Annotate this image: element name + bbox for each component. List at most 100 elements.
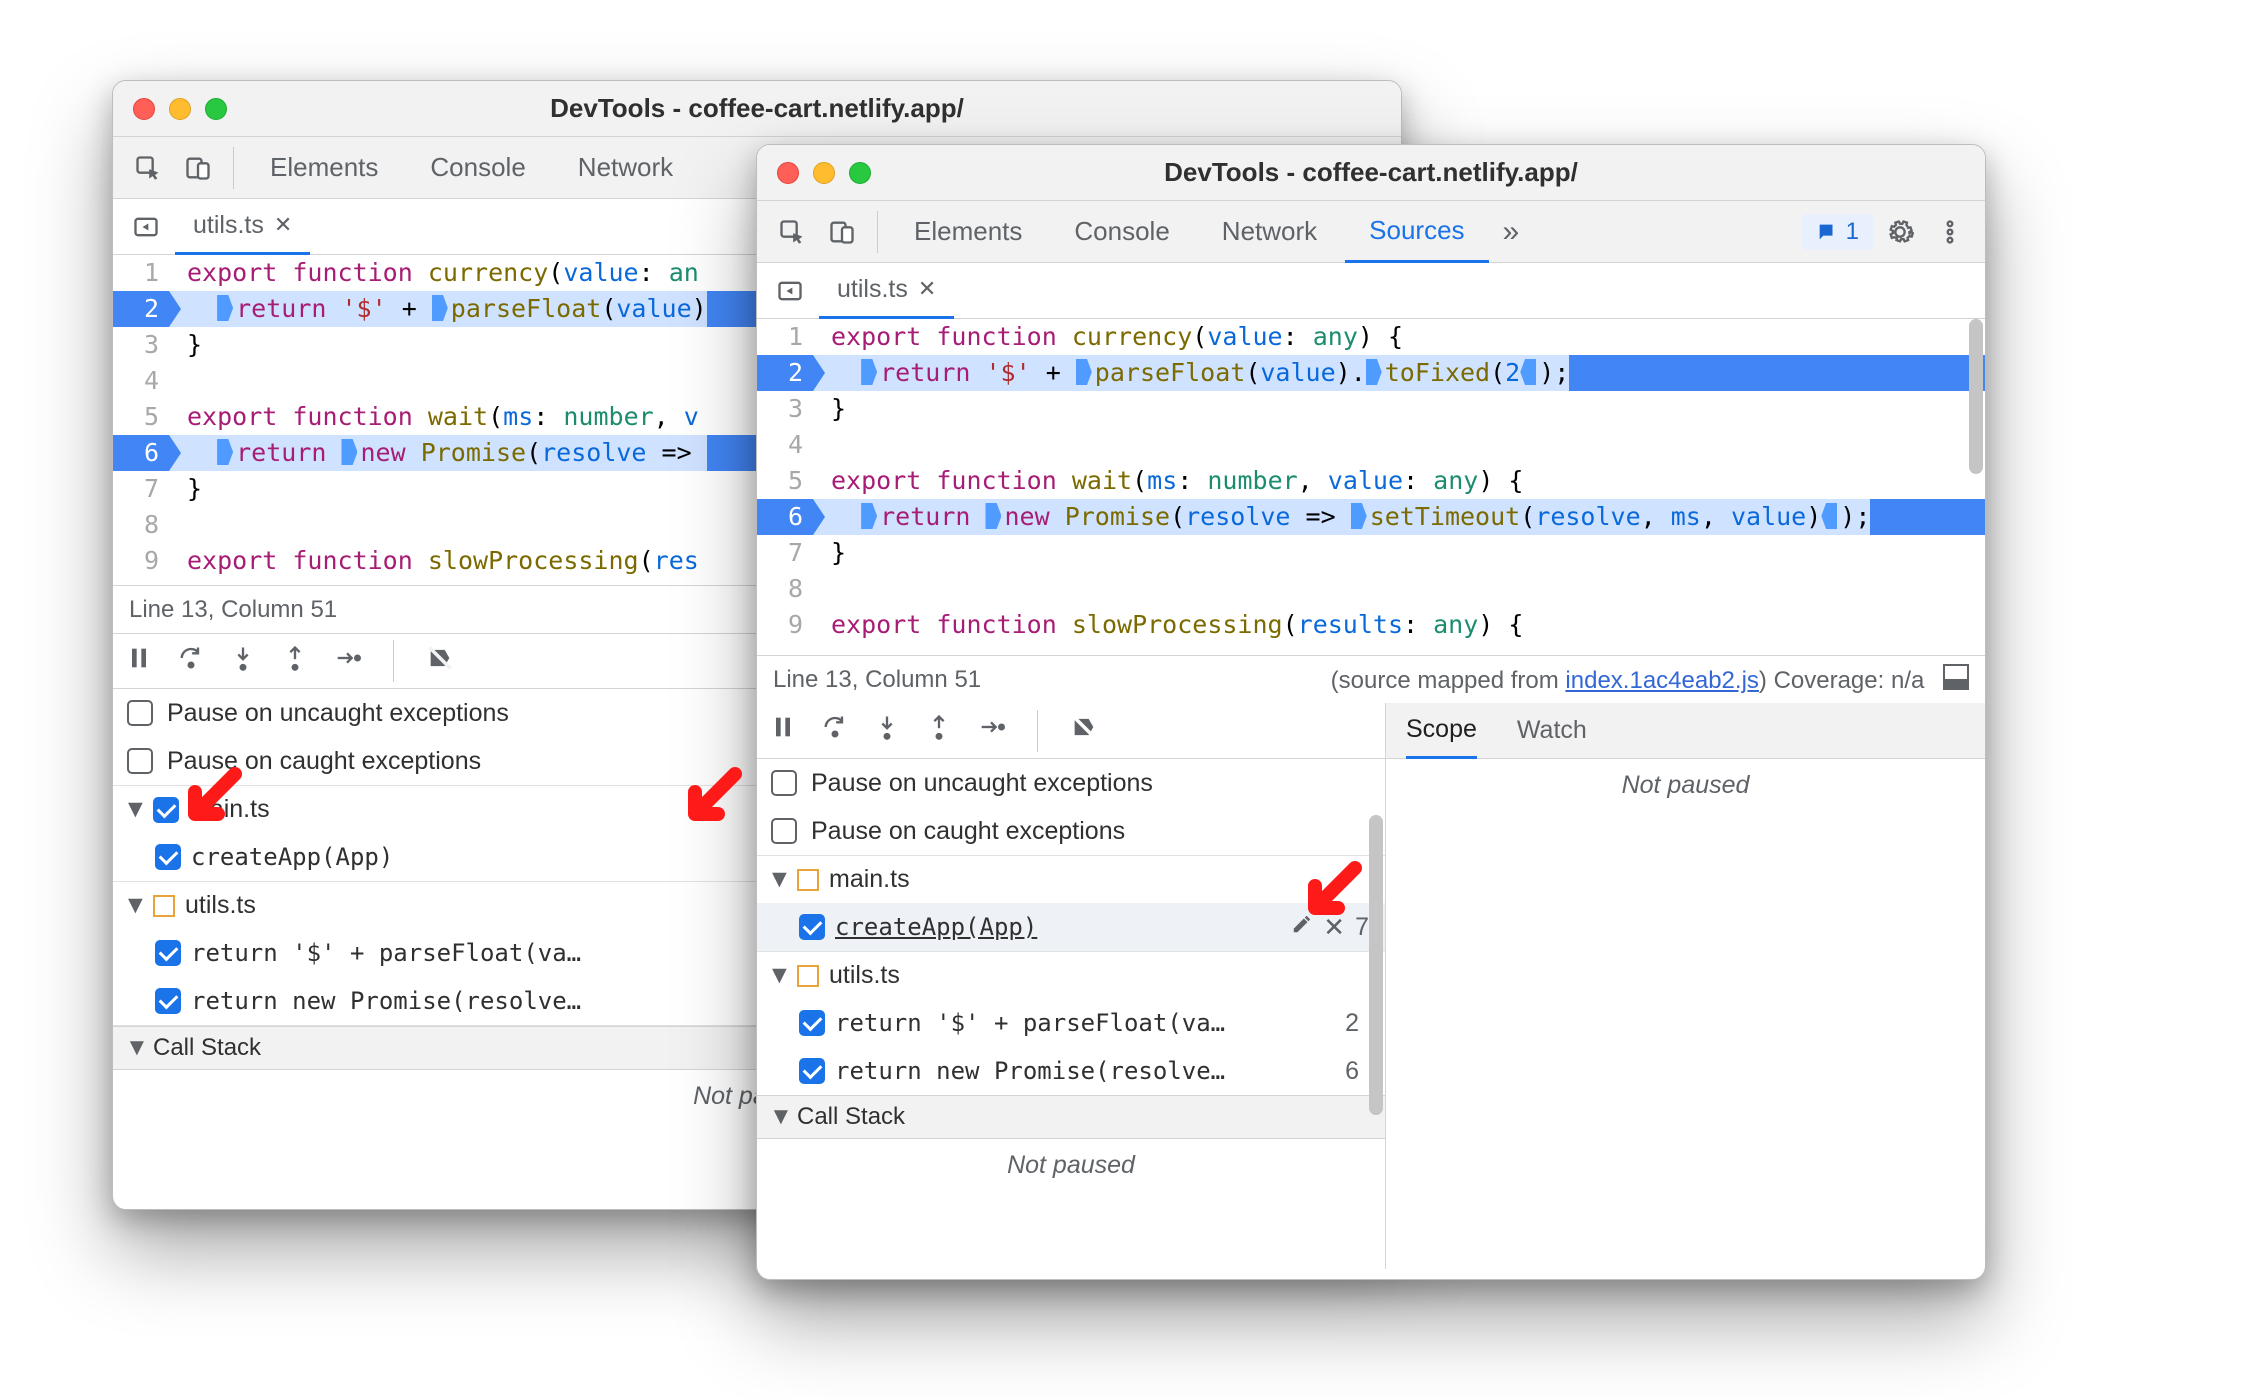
code-text[interactable] bbox=[813, 571, 846, 607]
tab-watch[interactable]: Watch bbox=[1517, 716, 1587, 745]
code-text[interactable]: export function currency(value: any) { bbox=[813, 319, 1403, 355]
step-into-icon[interactable] bbox=[229, 644, 257, 679]
breakpoint-file-utils[interactable]: ▼ utils.ts bbox=[757, 951, 1385, 999]
code-line[interactable]: 5export function wait(ms: number, value:… bbox=[757, 463, 1985, 499]
line-number[interactable]: 9 bbox=[113, 543, 169, 579]
scrollbar[interactable] bbox=[1969, 319, 1983, 655]
expand-icon[interactable]: ▼ bbox=[125, 1034, 145, 1062]
line-number[interactable]: 6 bbox=[113, 435, 169, 471]
line-number[interactable]: 5 bbox=[113, 399, 169, 435]
expand-icon[interactable]: ▼ bbox=[769, 1103, 789, 1131]
tab-elements[interactable]: Elements bbox=[246, 137, 402, 199]
checkbox[interactable] bbox=[153, 797, 179, 823]
checkbox[interactable] bbox=[127, 700, 153, 726]
code-text[interactable]: } bbox=[813, 535, 846, 571]
expand-icon[interactable]: ▼ bbox=[767, 865, 787, 894]
step-over-icon[interactable] bbox=[177, 644, 205, 679]
tab-scope[interactable]: Scope bbox=[1406, 703, 1477, 759]
step-out-icon[interactable] bbox=[281, 644, 309, 679]
breakpoint-file-main[interactable]: ▼ main.ts bbox=[757, 855, 1385, 903]
code-text[interactable] bbox=[169, 363, 202, 399]
file-tab-utils[interactable]: utils.ts ✕ bbox=[175, 199, 310, 255]
navigator-toggle-icon[interactable] bbox=[767, 268, 813, 314]
pause-uncaught-row[interactable]: Pause on uncaught exceptions bbox=[757, 759, 1385, 807]
code-text[interactable]: export function currency(value: an bbox=[169, 255, 699, 291]
code-text[interactable]: export function slowProcessing(res bbox=[169, 543, 699, 579]
scrollbar[interactable] bbox=[1369, 815, 1383, 1269]
kebab-menu-icon[interactable] bbox=[1927, 209, 1973, 255]
code-text[interactable]: } bbox=[169, 471, 202, 507]
pause-icon[interactable] bbox=[769, 713, 797, 748]
pause-caught-row[interactable]: Pause on caught exceptions bbox=[757, 807, 1385, 855]
breakpoint-item[interactable]: createApp(App) ✕ 7 bbox=[757, 903, 1385, 951]
code-text[interactable]: return '$' + parseFloat(value).toFixed(2… bbox=[813, 355, 1569, 391]
step-over-icon[interactable] bbox=[821, 713, 849, 748]
expand-icon[interactable]: ▼ bbox=[123, 891, 143, 920]
minimize-icon[interactable] bbox=[813, 162, 835, 184]
code-line[interactable]: 3} bbox=[757, 391, 1985, 427]
line-number[interactable]: 6 bbox=[757, 499, 813, 535]
code-line[interactable]: 6 return new Promise(resolve => setTimeo… bbox=[757, 499, 1985, 535]
line-number[interactable]: 7 bbox=[757, 535, 813, 571]
inspect-icon[interactable] bbox=[125, 145, 171, 191]
zoom-icon[interactable] bbox=[849, 162, 871, 184]
close-file-icon[interactable]: ✕ bbox=[274, 212, 292, 238]
step-out-icon[interactable] bbox=[925, 713, 953, 748]
coverage-icon[interactable] bbox=[1943, 664, 1969, 690]
more-tabs-icon[interactable]: » bbox=[1493, 215, 1530, 249]
code-text[interactable] bbox=[813, 427, 846, 463]
tab-elements[interactable]: Elements bbox=[890, 201, 1046, 263]
step-icon[interactable] bbox=[333, 644, 361, 679]
tab-console[interactable]: Console bbox=[1050, 201, 1193, 263]
settings-gear-icon[interactable] bbox=[1877, 209, 1923, 255]
close-icon[interactable] bbox=[133, 98, 155, 120]
tab-network[interactable]: Network bbox=[1198, 201, 1341, 263]
tab-console[interactable]: Console bbox=[406, 137, 549, 199]
close-icon[interactable] bbox=[777, 162, 799, 184]
scroll-thumb[interactable] bbox=[1369, 815, 1383, 1115]
code-line[interactable]: 4 bbox=[757, 427, 1985, 463]
line-number[interactable]: 7 bbox=[113, 471, 169, 507]
line-number[interactable]: 2 bbox=[757, 355, 813, 391]
code-text[interactable]: return '$' + parseFloat(value) bbox=[169, 291, 707, 327]
tab-network[interactable]: Network bbox=[554, 137, 697, 199]
code-line[interactable]: 9export function slowProcessing(results:… bbox=[757, 607, 1985, 643]
checkbox[interactable] bbox=[771, 818, 797, 844]
pause-icon[interactable] bbox=[125, 644, 153, 679]
checkbox[interactable] bbox=[799, 1010, 825, 1036]
code-line[interactable]: 1export function currency(value: any) { bbox=[757, 319, 1985, 355]
code-line[interactable]: 8 bbox=[757, 571, 1985, 607]
line-number[interactable]: 9 bbox=[757, 607, 813, 643]
line-number[interactable]: 1 bbox=[113, 255, 169, 291]
line-number[interactable]: 5 bbox=[757, 463, 813, 499]
checkbox[interactable] bbox=[155, 844, 181, 870]
inspect-icon[interactable] bbox=[769, 209, 815, 255]
line-number[interactable]: 2 bbox=[113, 291, 169, 327]
minimize-icon[interactable] bbox=[169, 98, 191, 120]
line-number[interactable]: 3 bbox=[113, 327, 169, 363]
navigator-toggle-icon[interactable] bbox=[123, 204, 169, 250]
code-text[interactable] bbox=[169, 507, 202, 543]
breakpoint-item[interactable]: return '$' + parseFloat(va… 2 bbox=[757, 999, 1385, 1047]
code-line[interactable]: 7} bbox=[757, 535, 1985, 571]
checkbox[interactable] bbox=[799, 1058, 825, 1084]
device-toggle-icon[interactable] bbox=[175, 145, 221, 191]
code-text[interactable]: return new Promise(resolve => bbox=[169, 435, 707, 471]
line-number[interactable]: 8 bbox=[113, 507, 169, 543]
deactivate-breakpoints-icon[interactable] bbox=[1070, 713, 1098, 748]
device-toggle-icon[interactable] bbox=[819, 209, 865, 255]
source-map-link[interactable]: index.1ac4eab2.js bbox=[1565, 667, 1758, 694]
line-number[interactable]: 1 bbox=[757, 319, 813, 355]
checkbox[interactable] bbox=[771, 770, 797, 796]
line-number[interactable]: 8 bbox=[757, 571, 813, 607]
code-text[interactable]: return new Promise(resolve => setTimeout… bbox=[813, 499, 1870, 535]
code-editor[interactable]: 1export function currency(value: any) {2… bbox=[757, 319, 1985, 655]
zoom-icon[interactable] bbox=[205, 98, 227, 120]
close-file-icon[interactable]: ✕ bbox=[918, 276, 936, 302]
checkbox[interactable] bbox=[155, 940, 181, 966]
code-text[interactable]: export function wait(ms: number, v bbox=[169, 399, 699, 435]
step-into-icon[interactable] bbox=[873, 713, 901, 748]
tab-sources[interactable]: Sources bbox=[1345, 201, 1488, 263]
code-text[interactable]: } bbox=[169, 327, 202, 363]
scroll-thumb[interactable] bbox=[1969, 319, 1983, 474]
